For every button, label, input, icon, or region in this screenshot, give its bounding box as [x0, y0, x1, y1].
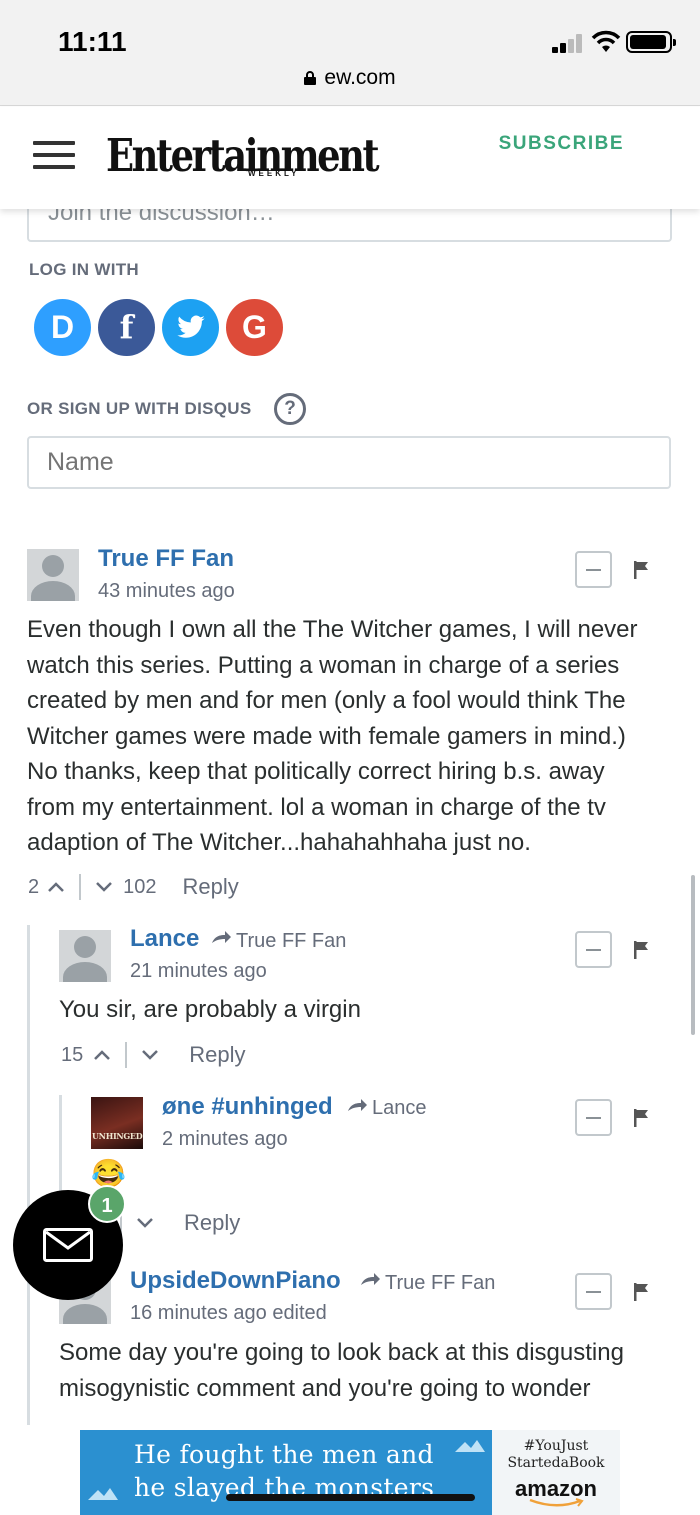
ad-brand-panel: #YouJust StartedaBook amazon — [492, 1430, 620, 1515]
collapse-button[interactable] — [575, 551, 612, 588]
url-text: ew.com — [324, 66, 396, 89]
downvote-count: 102 — [123, 875, 157, 898]
reply-to-user[interactable]: True FF Fan — [385, 1272, 495, 1295]
signal-icon — [552, 33, 584, 53]
reply-to-user[interactable]: True FF Fan — [236, 930, 346, 953]
comment-author[interactable]: Lance — [130, 925, 199, 953]
site-logo[interactable]: Entertainment — [106, 129, 380, 182]
thread-line — [27, 925, 30, 1425]
reply-arrow-icon — [348, 1099, 367, 1111]
upvote-icon[interactable] — [93, 1049, 111, 1061]
facebook-login-icon[interactable]: f — [98, 299, 155, 356]
mountain-icon — [455, 1440, 485, 1452]
address-bar[interactable]: ew.com — [0, 66, 700, 90]
comment-timestamp[interactable]: 21 minutes ago — [130, 960, 267, 983]
comment-body: Even though I own all the The Witcher ga… — [27, 616, 638, 856]
reply-button[interactable]: Reply — [184, 1210, 240, 1236]
reply-arrow-icon — [361, 1273, 380, 1285]
twitter-login-icon[interactable] — [162, 299, 219, 356]
login-label: LOG IN WITH — [29, 260, 140, 279]
ad-hashtag: #YouJust StartedaBook — [507, 1438, 605, 1471]
upvote-count: 2 — [28, 875, 40, 898]
help-icon[interactable]: ? — [274, 393, 306, 425]
flag-icon[interactable] — [634, 941, 650, 959]
ad-banner[interactable]: He fought the men and he slayed the mons… — [80, 1430, 620, 1515]
comment-author[interactable]: UpsideDownPiano — [130, 1267, 341, 1295]
browser-status-bar: 11:11 ew.com — [0, 0, 700, 106]
reply-button[interactable]: Reply — [183, 874, 239, 900]
home-indicator[interactable] — [226, 1494, 475, 1501]
vote-row: Reply — [120, 1210, 240, 1236]
battery-icon — [626, 31, 676, 53]
signup-label: OR SIGN UP WITH DISQUS — [27, 399, 252, 418]
comment-timestamp[interactable]: 16 minutes ago edited — [130, 1302, 327, 1325]
comment-body: Some day you're going to look back at th… — [59, 1339, 624, 1402]
reply-button[interactable]: Reply — [189, 1042, 245, 1068]
downvote-icon[interactable] — [136, 1217, 154, 1229]
flag-icon[interactable] — [634, 1109, 650, 1127]
comment-author[interactable]: True FF Fan — [98, 545, 234, 573]
avatar-text: UNHINGED — [92, 1131, 143, 1141]
subscribe-link[interactable]: SUBSCRIBE — [499, 133, 624, 155]
envelope-icon — [43, 1228, 93, 1262]
collapse-button[interactable] — [575, 1099, 612, 1136]
reply-arrow-icon — [212, 931, 231, 943]
vote-row: 2 102 Reply — [28, 874, 239, 900]
collapse-button[interactable] — [575, 1273, 612, 1310]
amazon-logo: amazon — [515, 1476, 597, 1501]
downvote-icon[interactable] — [95, 881, 113, 893]
upvote-icon[interactable] — [47, 881, 65, 893]
lock-icon — [304, 71, 317, 85]
comment-body: You sir, are probably a virgin — [59, 996, 361, 1023]
collapse-button[interactable] — [575, 931, 612, 968]
wifi-icon — [591, 30, 621, 52]
avatar[interactable] — [59, 930, 111, 982]
clock: 11:11 — [58, 26, 127, 57]
reply-to-user[interactable]: Lance — [372, 1097, 427, 1120]
downvote-icon[interactable] — [141, 1049, 159, 1061]
disqus-login-icon[interactable]: D — [34, 299, 91, 356]
hamburger-menu-icon[interactable] — [33, 141, 75, 173]
scrollbar-thumb[interactable] — [691, 875, 695, 1035]
comment-timestamp[interactable]: 43 minutes ago — [98, 580, 235, 603]
flag-icon[interactable] — [634, 561, 650, 579]
avatar[interactable] — [27, 549, 79, 601]
mountain-icon — [88, 1488, 118, 1500]
comment-author[interactable]: øne #unhinged — [162, 1093, 333, 1121]
site-logo-sub: WEEKLY — [248, 169, 300, 178]
google-login-icon[interactable]: G — [226, 299, 283, 356]
avatar[interactable]: UNHINGED — [91, 1097, 143, 1149]
upvote-count: 15 — [61, 1043, 84, 1066]
flag-icon[interactable] — [634, 1283, 650, 1301]
comment-timestamp[interactable]: 2 minutes ago — [162, 1128, 288, 1151]
name-field[interactable] — [27, 436, 671, 489]
ad-headline-1: He fought the men and — [134, 1440, 434, 1469]
site-header: Entertainment WEEKLY SUBSCRIBE — [0, 107, 700, 209]
notification-badge: 1 — [88, 1185, 126, 1223]
vote-row: 15 Reply — [61, 1042, 246, 1068]
